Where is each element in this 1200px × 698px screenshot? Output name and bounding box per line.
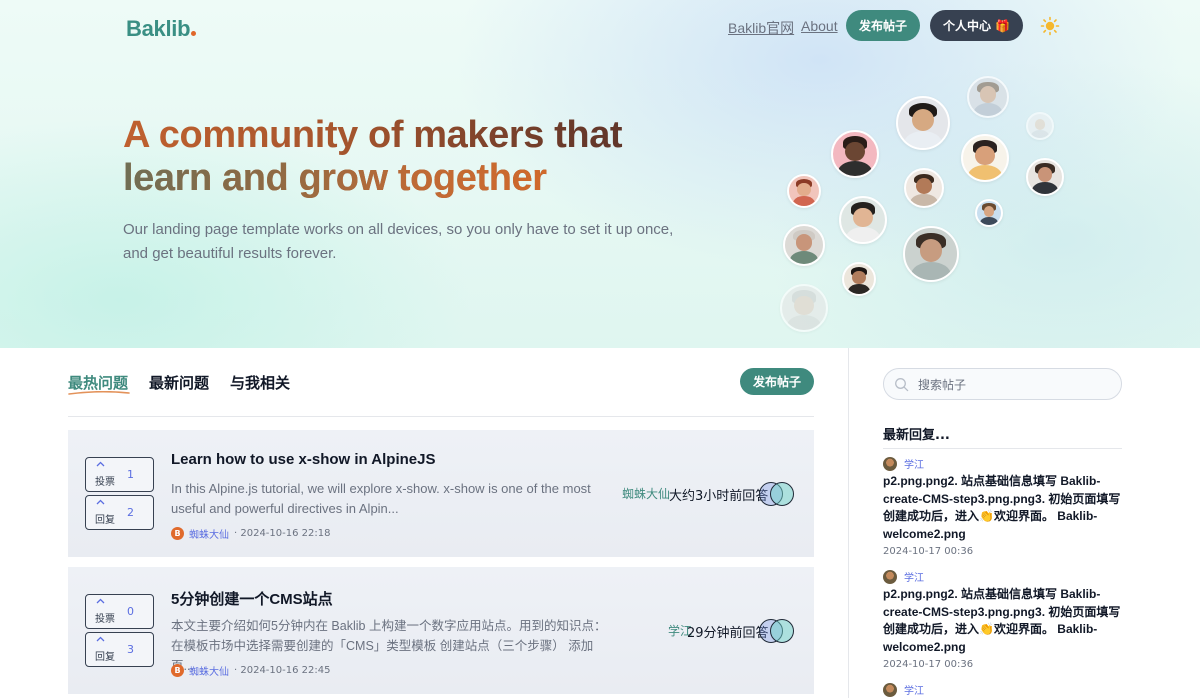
tab-latest[interactable]: 最新问题 xyxy=(149,372,209,393)
reply-text[interactable]: p2.png.png2. 站点基础信息填写 Baklib-create-CMS-… xyxy=(883,586,1133,656)
participant-avatars xyxy=(759,482,795,506)
tab-hot[interactable]: 最热问题 xyxy=(68,372,128,393)
avatar xyxy=(883,569,897,584)
avatar xyxy=(842,262,876,296)
vote-count: 0 xyxy=(127,605,134,618)
reply-user[interactable]: 学江 xyxy=(883,682,924,697)
avatar xyxy=(780,284,828,332)
logo[interactable]: Baklib xyxy=(126,16,197,42)
hero-section: Baklib Baklib官网 About 发布帖子 个人中心 🎁 A comm… xyxy=(0,0,1200,348)
post-title[interactable]: 5分钟创建一个CMS站点 xyxy=(171,588,333,609)
hero-title: A community of makers that learn and gro… xyxy=(123,114,743,200)
chevron-up-icon xyxy=(96,636,105,642)
post-excerpt: In this Alpine.js tutorial, we will expl… xyxy=(171,481,591,516)
nav-link-baklib[interactable]: Baklib官网 xyxy=(728,18,794,38)
nav-link-about[interactable]: About xyxy=(801,18,838,34)
vote-button[interactable]: 投票 0 xyxy=(85,594,154,629)
search-icon xyxy=(895,378,909,392)
logo-text: Baklib xyxy=(126,16,191,41)
latest-replies-title: 最新回复... xyxy=(883,428,950,443)
reply-text[interactable]: p2.png.png2. 站点基础信息填写 Baklib-create-CMS-… xyxy=(883,473,1133,543)
avatar xyxy=(903,226,959,282)
author-avatar-icon: B xyxy=(171,527,184,540)
post-card[interactable]: 投票 1 回复 2 Learn how to use x-show in Alp… xyxy=(68,430,814,557)
divider xyxy=(68,416,814,417)
post-button[interactable]: 发布帖子 xyxy=(846,10,920,41)
tab-active-underline xyxy=(68,391,130,395)
author-avatar-icon: B xyxy=(171,664,184,677)
reply-count: 3 xyxy=(127,643,134,656)
profile-button[interactable]: 个人中心 🎁 xyxy=(930,10,1023,41)
reply-date: 2024-10-17 00:36 xyxy=(883,659,974,670)
last-reply-time: 大约3小时前回答 xyxy=(669,489,769,504)
reply-user[interactable]: 学江 xyxy=(883,456,924,471)
last-reply-author[interactable]: 蜘蛛大仙 xyxy=(622,485,670,502)
avatar xyxy=(831,130,879,178)
reply-count: 2 xyxy=(127,506,134,519)
avatar xyxy=(1026,158,1064,196)
post-author[interactable]: 蜘蛛大仙 xyxy=(189,526,229,541)
post-date: · 2024-10-16 22:45 xyxy=(234,665,331,676)
reply-label: 回复 xyxy=(95,515,115,526)
divider xyxy=(883,448,1122,449)
hero-subtitle: Our landing page template works on all d… xyxy=(123,221,674,262)
avatar xyxy=(967,76,1009,118)
avatar xyxy=(896,96,950,150)
vote-count: 1 xyxy=(127,468,134,481)
reply-user[interactable]: 学江 xyxy=(883,569,924,584)
hero-title-line2: learn and grow together xyxy=(123,157,547,199)
tab-mine[interactable]: 与我相关 xyxy=(230,372,290,393)
chevron-up-icon xyxy=(96,499,105,505)
reply-user-name[interactable]: 学江 xyxy=(904,456,924,471)
reply-count-box[interactable]: 回复 3 xyxy=(85,632,154,667)
search-input[interactable] xyxy=(918,375,1108,395)
sun-icon[interactable] xyxy=(1040,16,1060,36)
post-author[interactable]: 蜘蛛大仙 xyxy=(189,663,229,678)
reply-user-name[interactable]: 学江 xyxy=(904,682,924,697)
reply-count-box[interactable]: 回复 2 xyxy=(85,495,154,530)
avatar xyxy=(904,168,944,208)
hero-title-line1: A community of makers that xyxy=(123,114,623,156)
post-meta: B 蜘蛛大仙 · 2024-10-16 22:18 xyxy=(171,526,330,541)
logo-dot xyxy=(191,31,197,36)
avatar xyxy=(783,224,825,266)
post-card[interactable]: 投票 0 回复 3 5分钟创建一个CMS站点 本文主要介绍如何5分钟内在 Bak… xyxy=(68,567,814,694)
reply-user-name[interactable]: 学江 xyxy=(904,569,924,584)
post-title[interactable]: Learn how to use x-show in AlpineJS xyxy=(171,451,435,468)
search-box[interactable] xyxy=(883,368,1122,400)
reply-label: 回复 xyxy=(95,652,115,663)
chevron-up-icon xyxy=(96,598,105,604)
post-button-secondary[interactable]: 发布帖子 xyxy=(740,368,814,395)
participant-avatars xyxy=(759,619,795,643)
avatar xyxy=(1026,112,1054,140)
avatar xyxy=(883,456,897,471)
avatar xyxy=(961,134,1009,182)
reply-date: 2024-10-17 00:36 xyxy=(883,546,974,557)
vote-label: 投票 xyxy=(95,477,115,488)
post-meta: B 蜘蛛大仙 · 2024-10-16 22:45 xyxy=(171,663,330,678)
vote-button[interactable]: 投票 1 xyxy=(85,457,154,492)
post-date: · 2024-10-16 22:18 xyxy=(234,528,331,539)
avatar xyxy=(883,682,897,697)
avatar xyxy=(975,199,1003,227)
chevron-up-icon xyxy=(96,461,105,467)
vote-label: 投票 xyxy=(95,614,115,625)
avatar xyxy=(770,619,794,643)
last-reply-time: 29分钟前回答 xyxy=(687,626,769,641)
avatar xyxy=(839,196,887,244)
avatar xyxy=(770,482,794,506)
avatar xyxy=(787,174,821,208)
